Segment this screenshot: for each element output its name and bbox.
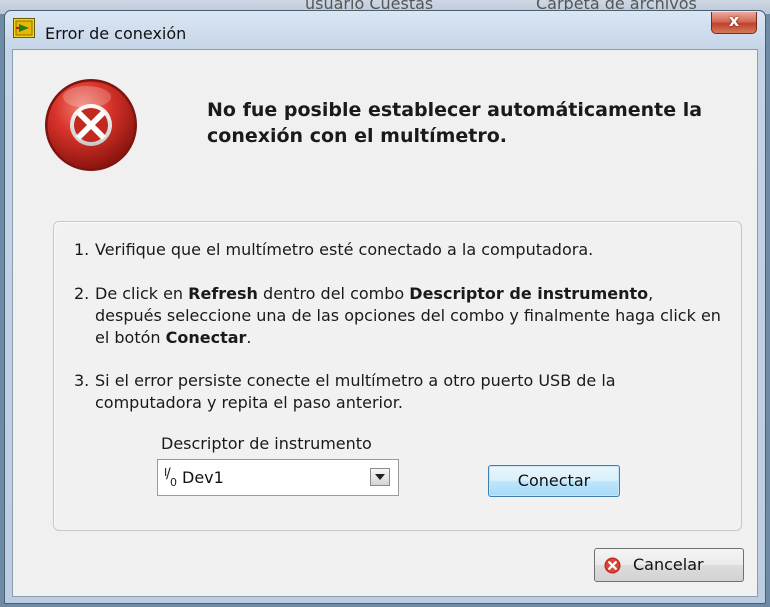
step-2-text-part: dentro del combo [257, 284, 410, 303]
error-dialog-window: Error de conexión x No fue posible estab… [4, 10, 766, 604]
step-3-number: 3. [74, 371, 90, 390]
step-3-text: Si el error persiste conecte el multímet… [95, 370, 724, 414]
step-3-text-part: Si el error persiste conecte el multímet… [95, 371, 616, 412]
dialog-body: No fue posible establecer automáticament… [12, 49, 758, 597]
step-1-text-part: Verifique que el multímetro esté conecta… [95, 240, 594, 259]
descriptor-label: Descriptor de instrumento [161, 434, 372, 453]
step-2-text-part: . [246, 328, 252, 347]
labview-icon [13, 18, 35, 38]
step-2-number: 2. [74, 284, 90, 303]
step-1-number: 1. [74, 240, 90, 259]
descriptor-combo[interactable]: I / 0 Dev1 [157, 459, 399, 496]
step-2-connect-term: Conectar [165, 328, 247, 347]
instructions-panel: 1. Verifique que el multímetro esté cone… [53, 221, 742, 531]
step-2-refresh-term: Refresh [188, 284, 258, 303]
dropdown-arrow-icon[interactable] [370, 468, 390, 486]
error-headline: No fue posible establecer automáticament… [207, 97, 747, 149]
step-2: 2. De click en Refresh dentro del combo … [74, 283, 724, 349]
step-1-text: Verifique que el multímetro esté conecta… [95, 239, 724, 261]
headline-line-2: conexión con el multímetro. [207, 125, 508, 147]
io-glyph-bottom: 0 [170, 476, 177, 489]
step-2-text: De click en Refresh dentro del combo Des… [95, 283, 724, 349]
cancel-button[interactable]: Cancelar [594, 548, 744, 582]
connect-button[interactable]: Conectar [488, 465, 620, 497]
close-button[interactable]: x [711, 11, 757, 34]
error-x-icon [45, 79, 137, 171]
window-title: Error de conexión [45, 24, 187, 43]
cancel-x-icon [604, 557, 621, 574]
headline-line-1: No fue posible establecer automáticament… [207, 99, 703, 121]
cancel-label: Cancelar [633, 555, 704, 574]
close-icon: x [728, 11, 740, 30]
descriptor-value: Dev1 [182, 468, 224, 487]
title-bar[interactable]: Error de conexión x [5, 11, 765, 49]
step-2-text-part: De click en [95, 284, 189, 303]
step-3: 3. Si el error persiste conecte el multí… [74, 370, 724, 414]
step-1: 1. Verifique que el multímetro esté cone… [74, 239, 724, 261]
step-2-descriptor-term: Descriptor de instrumento [409, 284, 649, 303]
